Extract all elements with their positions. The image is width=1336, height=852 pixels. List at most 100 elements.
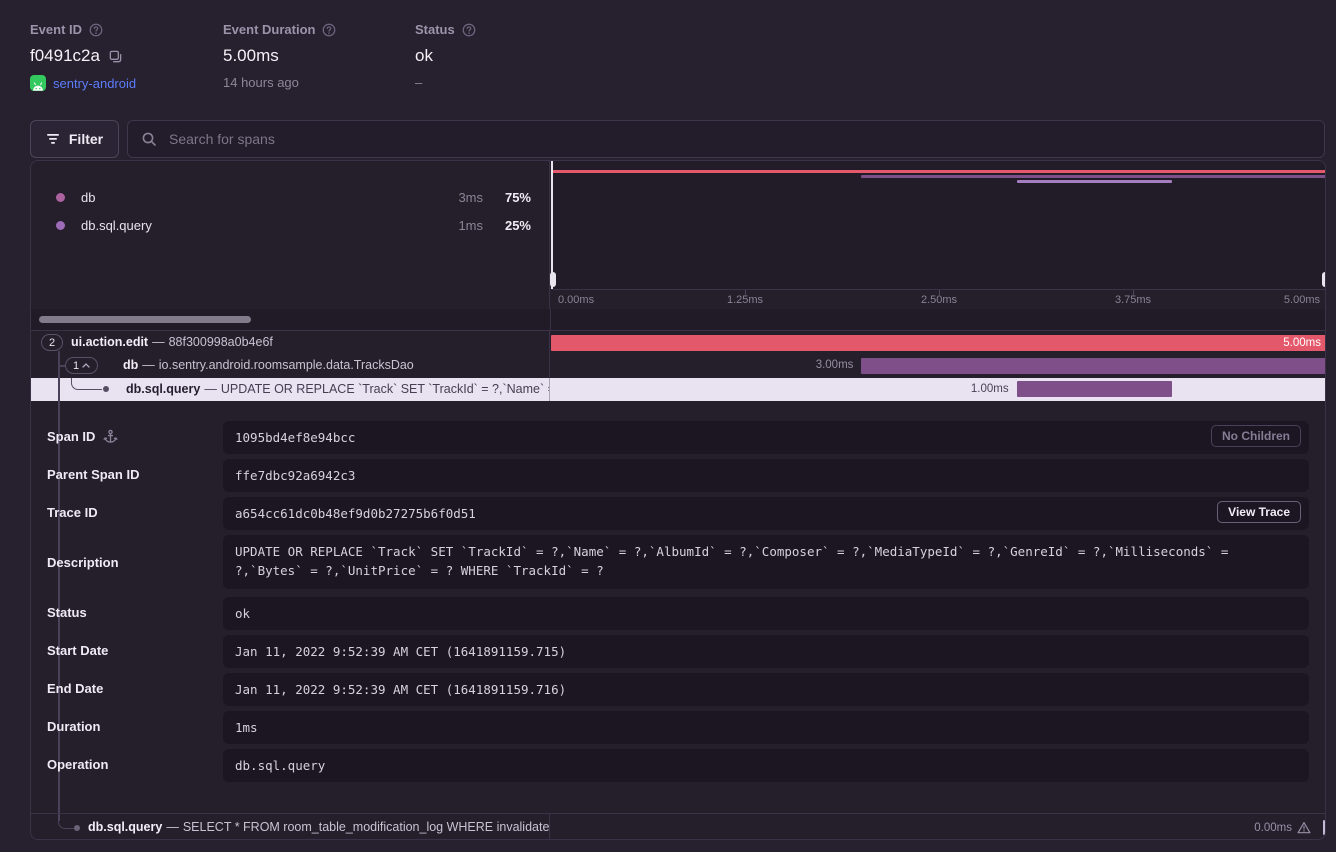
filter-icon (46, 133, 60, 145)
legend-dot (56, 221, 65, 230)
zero-duration-span-bar (1323, 820, 1326, 835)
operation-value: db.sql.query (235, 758, 325, 773)
minimap-right-handle[interactable] (1325, 161, 1326, 289)
end-date-value-box: Jan 11, 2022 9:52:39 AM CET (1641891159.… (223, 673, 1309, 706)
duration-label: Duration (47, 711, 100, 741)
warning-icon (1297, 821, 1311, 834)
span-search-bar[interactable] (127, 120, 1325, 158)
legend-item-db-sql-query: db.sql.query 1ms 25% (31, 211, 550, 239)
span-duration-bar (1017, 381, 1172, 397)
span-op: db.sql.query (88, 820, 162, 834)
description-value-box: UPDATE OR REPLACE `Track` SET `TrackId` … (223, 535, 1309, 589)
event-time-ago: 14 hours ago (223, 75, 299, 90)
span-duration-label: 5.00ms (1283, 335, 1321, 351)
axis-tick-label: 2.50ms (921, 290, 957, 310)
legend-duration: 3ms (458, 190, 483, 205)
legend-dot (56, 193, 65, 202)
span-tree: 2 ui.action.edit—88f300998a0b4e6f 5.00ms… (31, 331, 1326, 401)
status-block: Status ok – (415, 22, 476, 90)
view-trace-button[interactable]: View Trace (1217, 501, 1301, 523)
copy-icon[interactable] (108, 49, 123, 64)
detail-status-value: ok (235, 606, 250, 621)
span-row-ui-action-edit[interactable]: 2 ui.action.edit—88f300998a0b4e6f 5.00ms (31, 331, 1326, 354)
span-row-db-sql-query-selected[interactable]: db.sql.query—UPDATE OR REPLACE `Track` S… (31, 378, 1326, 401)
time-axis: 0.00ms 1.25ms 2.50ms 3.75ms 5.00ms (551, 289, 1326, 309)
anchor-icon[interactable] (103, 429, 118, 444)
event-id-block: Event ID f0491c2a sentry-android (30, 22, 136, 91)
start-date-value: Jan 11, 2022 9:52:39 AM CET (1641891159.… (235, 644, 566, 659)
end-date-label: End Date (47, 673, 103, 703)
span-desc: SELECT * FROM room_table_modification_lo… (183, 820, 550, 834)
span-desc: 88f300998a0b4e6f (169, 335, 273, 349)
status-value: ok (415, 46, 433, 66)
event-id-value: f0491c2a (30, 46, 100, 66)
children-count-pill[interactable]: 1 (65, 357, 98, 374)
search-icon (141, 131, 157, 147)
span-id-value-box: 1095bd4ef8e94bcc No Children (223, 421, 1309, 454)
chevron-up-icon (82, 363, 90, 368)
span-id-value: 1095bd4ef8e94bcc (235, 430, 355, 445)
span-id-label: Span ID (47, 421, 118, 451)
end-date-value: Jan 11, 2022 9:52:39 AM CET (1641891159.… (235, 682, 566, 697)
trace-id-value-box: a654cc61dc0b48ef9d0b27275b6f0d51 View Tr… (223, 497, 1309, 530)
android-platform-icon (30, 75, 46, 91)
trace-id-label: Trace ID (47, 497, 98, 527)
help-icon[interactable] (462, 23, 476, 37)
legend-op-name: db.sql.query (81, 218, 152, 233)
detail-status-value-box: ok (223, 597, 1309, 630)
span-row-db-sql-query-select[interactable]: db.sql.query—SELECT * FROM room_table_mo… (31, 813, 1326, 840)
span-desc: UPDATE OR REPLACE `Track` SET `TrackId` … (221, 382, 550, 396)
start-date-value-box: Jan 11, 2022 9:52:39 AM CET (1641891159.… (223, 635, 1309, 668)
operation-value-box: db.sql.query (223, 749, 1309, 782)
trace-id-value: a654cc61dc0b48ef9d0b27275b6f0d51 (235, 506, 476, 521)
span-row-db[interactable]: 1 db—io.sentry.android.roomsample.data.T… (31, 354, 1326, 377)
legend-item-db: db 3ms 75% (31, 183, 550, 211)
event-duration-block: Event Duration 5.00ms 14 hours ago (223, 22, 336, 90)
span-op: db (123, 358, 138, 372)
detail-status-label: Status (47, 597, 87, 627)
legend-duration: 1ms (458, 218, 483, 233)
minimap-span-bar (1017, 180, 1172, 183)
axis-tick-label: 1.25ms (727, 290, 763, 310)
trace-minimap[interactable] (551, 161, 1326, 289)
legend-percent: 25% (505, 218, 531, 233)
tree-scroll-strip (31, 309, 1326, 331)
description-value: UPDATE OR REPLACE `Track` SET `TrackId` … (235, 544, 1228, 578)
status-sub: – (415, 75, 422, 90)
axis-tick-label: 3.75ms (1115, 290, 1151, 310)
duration-value: 1ms (235, 720, 258, 735)
children-count-pill[interactable]: 2 (41, 334, 63, 351)
span-duration-bar (861, 358, 1326, 374)
minimap-left-handle[interactable] (551, 161, 553, 289)
event-id-label: Event ID (30, 22, 82, 37)
start-date-label: Start Date (47, 635, 108, 665)
filter-button-label: Filter (69, 131, 103, 147)
span-op: db.sql.query (126, 382, 200, 396)
help-icon[interactable] (322, 23, 336, 37)
span-desc: io.sentry.android.roomsample.data.Tracks… (159, 358, 414, 372)
parent-span-id-label: Parent Span ID (47, 459, 139, 489)
span-duration-label: 0.00ms (1254, 822, 1292, 834)
minimap-span-bar (551, 170, 1326, 173)
project-link[interactable]: sentry-android (53, 76, 136, 91)
span-op-legend: db 3ms 75% db.sql.query 1ms 25% (31, 161, 550, 309)
operation-label: Operation (47, 749, 108, 779)
spans-panel: db 3ms 75% db.sql.query 1ms 25% 0.00ms 1… (30, 160, 1326, 840)
filter-button[interactable]: Filter (30, 120, 119, 158)
span-duration-bar: 5.00ms (551, 335, 1326, 351)
legend-percent: 75% (505, 190, 531, 205)
span-duration-label: 1.00ms (971, 378, 1009, 401)
event-duration-value: 5.00ms (223, 46, 279, 66)
description-label: Description (47, 535, 119, 589)
legend-op-name: db (81, 190, 95, 205)
search-input[interactable] (167, 130, 1311, 148)
help-icon[interactable] (89, 23, 103, 37)
no-children-badge: No Children (1211, 425, 1301, 447)
span-op: ui.action.edit (71, 335, 148, 349)
minimap-span-bar (861, 175, 1326, 178)
parent-span-id-value-box: ffe7dbc92a6942c3 (223, 459, 1309, 492)
horizontal-scrollbar[interactable] (39, 316, 251, 323)
axis-tick-label: 0.00ms (558, 290, 594, 310)
column-divider (550, 309, 551, 331)
duration-value-box: 1ms (223, 711, 1309, 744)
